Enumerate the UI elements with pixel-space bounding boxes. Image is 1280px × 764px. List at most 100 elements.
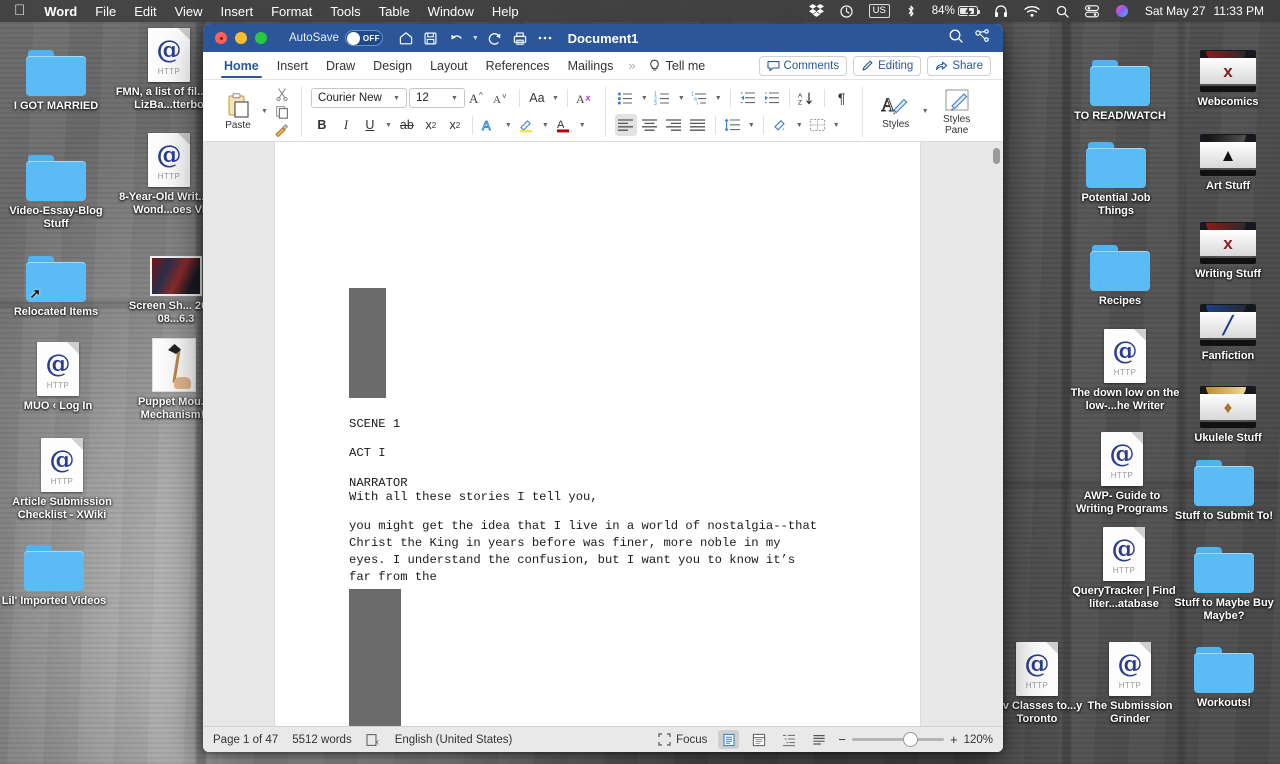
draft-view-button[interactable] [808,730,829,749]
tab-layout[interactable]: Layout [421,52,477,79]
menu-item-file[interactable]: File [86,4,125,19]
keyboard-layout-indicator[interactable]: US [861,4,898,18]
multilevel-chevron-down-icon[interactable]: ▼ [713,95,724,102]
change-case-chevron-down-icon[interactable]: ▼ [550,95,561,102]
italic-button[interactable]: I [335,114,357,136]
proofing-errors-icon[interactable]: x [366,733,395,747]
menu-item-table[interactable]: Table [370,4,419,19]
more-tabs-chevron-icon[interactable]: » [622,52,641,79]
web-layout-view-button[interactable] [748,730,769,749]
paste-chevron-down-icon[interactable]: ▼ [259,108,270,115]
highlight-color-icon[interactable] [516,114,538,136]
document-page[interactable]: SCENE 1 ACT I NARRATOR With all these st… [275,142,920,726]
menu-item-window[interactable]: Window [419,4,483,19]
menu-item-edit[interactable]: Edit [125,4,165,19]
maximize-window-button[interactable] [255,32,267,44]
zoom-slider-handle[interactable] [903,733,917,746]
undo-chevron-down-icon[interactable]: ▼ [470,35,481,42]
tab-home[interactable]: Home [215,52,268,79]
font-name-select[interactable]: Courier New ▼ [310,88,407,108]
desktop-icon-awp-guide[interactable]: @ HTTP AWP- Guide to Writing Programs [1064,430,1180,515]
desktop-icon-stuff-to-submit-to[interactable]: Stuff to Submit To! [1170,450,1278,523]
justify-button[interactable] [687,114,709,136]
desktop-icon-webcomics[interactable]: x Webcomics [1174,36,1280,109]
numbering-icon[interactable]: 123 [652,87,674,109]
focus-button[interactable]: Focus [658,733,709,746]
tell-me-search[interactable]: Tell me [642,52,712,79]
clear-formatting-icon[interactable]: A [574,87,596,109]
search-icon[interactable] [948,28,964,49]
spotlight-search-icon[interactable] [1048,5,1077,18]
home-icon[interactable] [395,28,417,48]
shrink-font-icon[interactable]: A ˅ [491,87,513,109]
font-color-icon[interactable]: A [553,114,575,136]
align-left-button[interactable] [614,114,637,136]
tab-insert[interactable]: Insert [268,52,317,79]
desktop-icon-muo-log-in[interactable]: @ HTTP MUO ‹ Log In [4,340,112,413]
print-layout-view-button[interactable] [718,730,740,749]
document-canvas[interactable]: SCENE 1 ACT I NARRATOR With all these st… [203,142,1003,726]
more-options-icon[interactable] [534,28,556,48]
tab-draw[interactable]: Draw [317,52,364,79]
desktop-icon-i-got-married[interactable]: I GOT MARRIED [2,40,110,113]
font-size-select[interactable]: 12 ▼ [408,88,465,108]
menu-bar-time[interactable]: 11:33 PM [1214,4,1272,18]
desktop-icon-stuff-to-maybe-buy[interactable]: Stuff to Maybe Buy Maybe? [1170,537,1278,622]
subscript-button[interactable]: x2 [420,114,442,136]
zoom-in-button[interactable]: + [950,732,958,747]
bold-button[interactable]: B [311,114,333,136]
wifi-icon[interactable] [1016,5,1048,18]
desktop-icon-writing-stuff[interactable]: x Writing Stuff [1174,208,1280,281]
font-color-chevron-down-icon[interactable]: ▼ [577,122,588,129]
menu-item-tools[interactable]: Tools [321,4,369,19]
bullets-chevron-down-icon[interactable]: ▼ [639,95,650,102]
desktop-icon-querytracker[interactable]: @ HTTP QueryTracker | Find liter...atabas… [1066,525,1182,610]
highlight-chevron-down-icon[interactable]: ▼ [540,122,551,129]
strikethrough-button[interactable]: ab [396,114,418,136]
time-machine-icon[interactable] [832,4,861,18]
underline-button[interactable]: U [359,114,381,136]
language-indicator[interactable]: English (United States) [395,734,527,746]
headphones-icon[interactable] [986,4,1016,18]
page-indicator[interactable]: Page 1 of 47 [213,734,292,746]
save-icon[interactable] [420,28,442,48]
paste-button[interactable]: Paste [217,82,259,141]
sort-icon[interactable]: AZ [796,87,818,109]
superscript-button[interactable]: x2 [444,114,466,136]
decrease-indent-icon[interactable] [737,87,759,109]
desktop-icon-video-essay-blog-stuff[interactable]: Video-Essay-Blog Stuff [2,145,110,230]
redo-icon[interactable] [484,28,506,48]
line-spacing-icon[interactable] [722,114,744,136]
format-painter-icon[interactable] [272,122,292,138]
styles-chevron-down-icon[interactable]: ▼ [920,108,931,115]
bluetooth-icon[interactable] [898,4,924,18]
bullets-icon[interactable] [615,87,637,109]
control-center-icon[interactable] [1077,4,1107,18]
zoom-control[interactable]: − + 120% [838,732,993,747]
menu-bar-date[interactable]: Sat May 27 [1137,4,1214,18]
text-effects-chevron-down-icon[interactable]: ▼ [503,122,514,129]
comments-button[interactable]: Comments [758,55,848,76]
align-right-button[interactable] [663,114,685,136]
desktop-icon-potential-job-things[interactable]: Potential Job Things [1062,132,1170,217]
styles-button[interactable]: A Styles [872,93,920,131]
menu-item-insert[interactable]: Insert [212,4,263,19]
autosave-control[interactable]: AutoSave OFF [289,30,383,46]
autosave-toggle[interactable]: OFF [344,30,383,46]
desktop-icon-to-read-watch[interactable]: TO READ/WATCH [1066,50,1174,123]
underline-chevron-down-icon[interactable]: ▼ [383,122,394,129]
desktop-icon-the-down-low[interactable]: @ HTTP The down low on the low-...he Writ… [1069,327,1181,412]
menu-item-format[interactable]: Format [262,4,321,19]
shading-icon[interactable] [770,114,792,136]
menu-item-view[interactable]: View [166,4,212,19]
desktop-icon-relocated-items[interactable]: ↗ Relocated Items [2,246,110,319]
show-formatting-marks-icon[interactable]: ¶ [831,87,853,109]
menu-item-word[interactable]: Word [35,4,86,19]
cut-icon[interactable] [272,86,292,102]
tab-design[interactable]: Design [364,52,421,79]
vertical-scrollbar[interactable] [993,148,1000,298]
line-spacing-chevron-down-icon[interactable]: ▼ [746,122,757,129]
menu-item-help[interactable]: Help [483,4,528,19]
minimize-window-button[interactable] [235,32,247,44]
align-center-button[interactable] [639,114,661,136]
